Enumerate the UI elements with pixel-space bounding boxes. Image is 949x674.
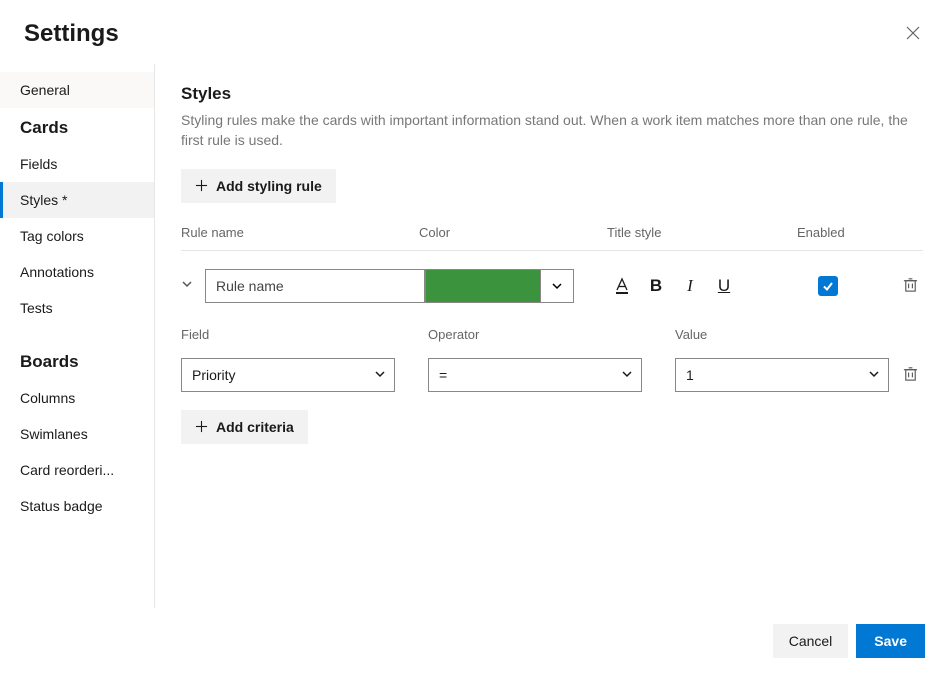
save-label: Save (874, 633, 907, 649)
sidebar-item-label: Tag colors (20, 228, 84, 244)
cancel-label: Cancel (789, 633, 833, 649)
underline-button[interactable]: U (710, 272, 738, 300)
sidebar-item-styles[interactable]: Styles * (0, 182, 154, 218)
sidebar: General Cards Fields Styles * Tag colors… (0, 64, 155, 608)
column-header-field: Field (181, 327, 428, 342)
color-picker (425, 269, 574, 303)
column-header-enabled: Enabled (797, 225, 923, 240)
sidebar-item-label: Status badge (20, 498, 103, 514)
rule-column-headers: Rule name Color Title style Enabled (181, 225, 923, 251)
chevron-down-icon (551, 280, 563, 292)
settings-modal: Settings General Cards Fields Styles * T… (0, 0, 949, 674)
title-style-group: B I U (608, 272, 738, 300)
font-color-button[interactable] (608, 272, 636, 300)
value-select-value: 1 (686, 367, 694, 383)
cancel-button[interactable]: Cancel (773, 624, 849, 658)
sidebar-item-label: Styles * (20, 192, 67, 208)
sidebar-item-label: Fields (20, 156, 57, 172)
modal-footer: Cancel Save (0, 608, 949, 674)
field-select-value: Priority (192, 367, 236, 383)
trash-icon (902, 365, 919, 382)
sidebar-item-status-badge[interactable]: Status badge (0, 488, 154, 524)
modal-title: Settings (24, 20, 119, 48)
value-select[interactable]: 1 (675, 358, 889, 392)
operator-select-value: = (439, 367, 447, 383)
italic-button[interactable]: I (676, 272, 704, 300)
font-color-icon (613, 277, 631, 295)
close-button[interactable] (901, 21, 925, 48)
expand-rule-button[interactable] (181, 274, 205, 297)
add-criteria-button[interactable]: Add criteria (181, 410, 308, 444)
add-rule-label: Add styling rule (216, 178, 322, 194)
column-header-color: Color (419, 225, 607, 240)
sidebar-item-label: Tests (20, 300, 53, 316)
save-button[interactable]: Save (856, 624, 925, 658)
color-swatch[interactable] (425, 269, 540, 303)
column-header-operator: Operator (428, 327, 675, 342)
styling-rule-row: B I U (181, 269, 923, 303)
sidebar-item-swimlanes[interactable]: Swimlanes (0, 416, 154, 452)
sidebar-section-cards: Cards Fields Styles * Tag colors Annotat… (0, 108, 154, 326)
chevron-down-icon (181, 278, 193, 290)
rule-name-input[interactable] (205, 269, 425, 303)
add-styling-rule-button[interactable]: Add styling rule (181, 169, 336, 203)
criteria-column-headers: Field Operator Value (181, 327, 923, 342)
criteria-row: Priority = 1 (181, 358, 923, 392)
content-header: Styles Styling rules make the cards with… (181, 84, 923, 151)
sidebar-item-label: Columns (20, 390, 75, 406)
chevron-down-icon (374, 368, 386, 380)
sidebar-item-columns[interactable]: Columns (0, 380, 154, 416)
content-description: Styling rules make the cards with import… (181, 110, 923, 151)
sidebar-item-fields[interactable]: Fields (0, 146, 154, 182)
sidebar-section-title-boards: Boards (0, 342, 154, 380)
plus-icon (195, 179, 208, 192)
modal-header: Settings (0, 0, 949, 64)
column-header-title-style: Title style (607, 225, 797, 240)
sidebar-section-boards: Boards Columns Swimlanes Card reorderi..… (0, 342, 154, 524)
sidebar-section-title-cards: Cards (0, 108, 154, 146)
enabled-checkbox[interactable] (818, 276, 838, 296)
close-icon (905, 25, 921, 41)
column-header-rule-name: Rule name (181, 225, 419, 240)
sidebar-item-label: Swimlanes (20, 426, 88, 442)
field-select[interactable]: Priority (181, 358, 395, 392)
plus-icon (195, 420, 208, 433)
modal-body: General Cards Fields Styles * Tag colors… (0, 64, 949, 608)
sidebar-item-general[interactable]: General (0, 72, 154, 108)
trash-icon (902, 276, 919, 293)
sidebar-item-label: Annotations (20, 264, 94, 280)
sidebar-item-tag-colors[interactable]: Tag colors (0, 218, 154, 254)
color-dropdown-button[interactable] (540, 269, 574, 303)
bold-button[interactable]: B (642, 272, 670, 300)
operator-select[interactable]: = (428, 358, 642, 392)
check-icon (822, 280, 834, 292)
column-header-value: Value (675, 327, 923, 342)
sidebar-item-label: General (20, 82, 70, 98)
content-title: Styles (181, 84, 923, 104)
content-area: Styles Styling rules make the cards with… (155, 64, 949, 608)
sidebar-item-label: Card reorderi... (20, 462, 114, 478)
chevron-down-icon (868, 368, 880, 380)
sidebar-item-card-reordering[interactable]: Card reorderi... (0, 452, 154, 488)
sidebar-item-annotations[interactable]: Annotations (0, 254, 154, 290)
delete-criteria-button[interactable] (898, 361, 923, 389)
sidebar-item-tests[interactable]: Tests (0, 290, 154, 326)
add-criteria-label: Add criteria (216, 419, 294, 435)
chevron-down-icon (621, 368, 633, 380)
delete-rule-button[interactable] (898, 272, 923, 300)
